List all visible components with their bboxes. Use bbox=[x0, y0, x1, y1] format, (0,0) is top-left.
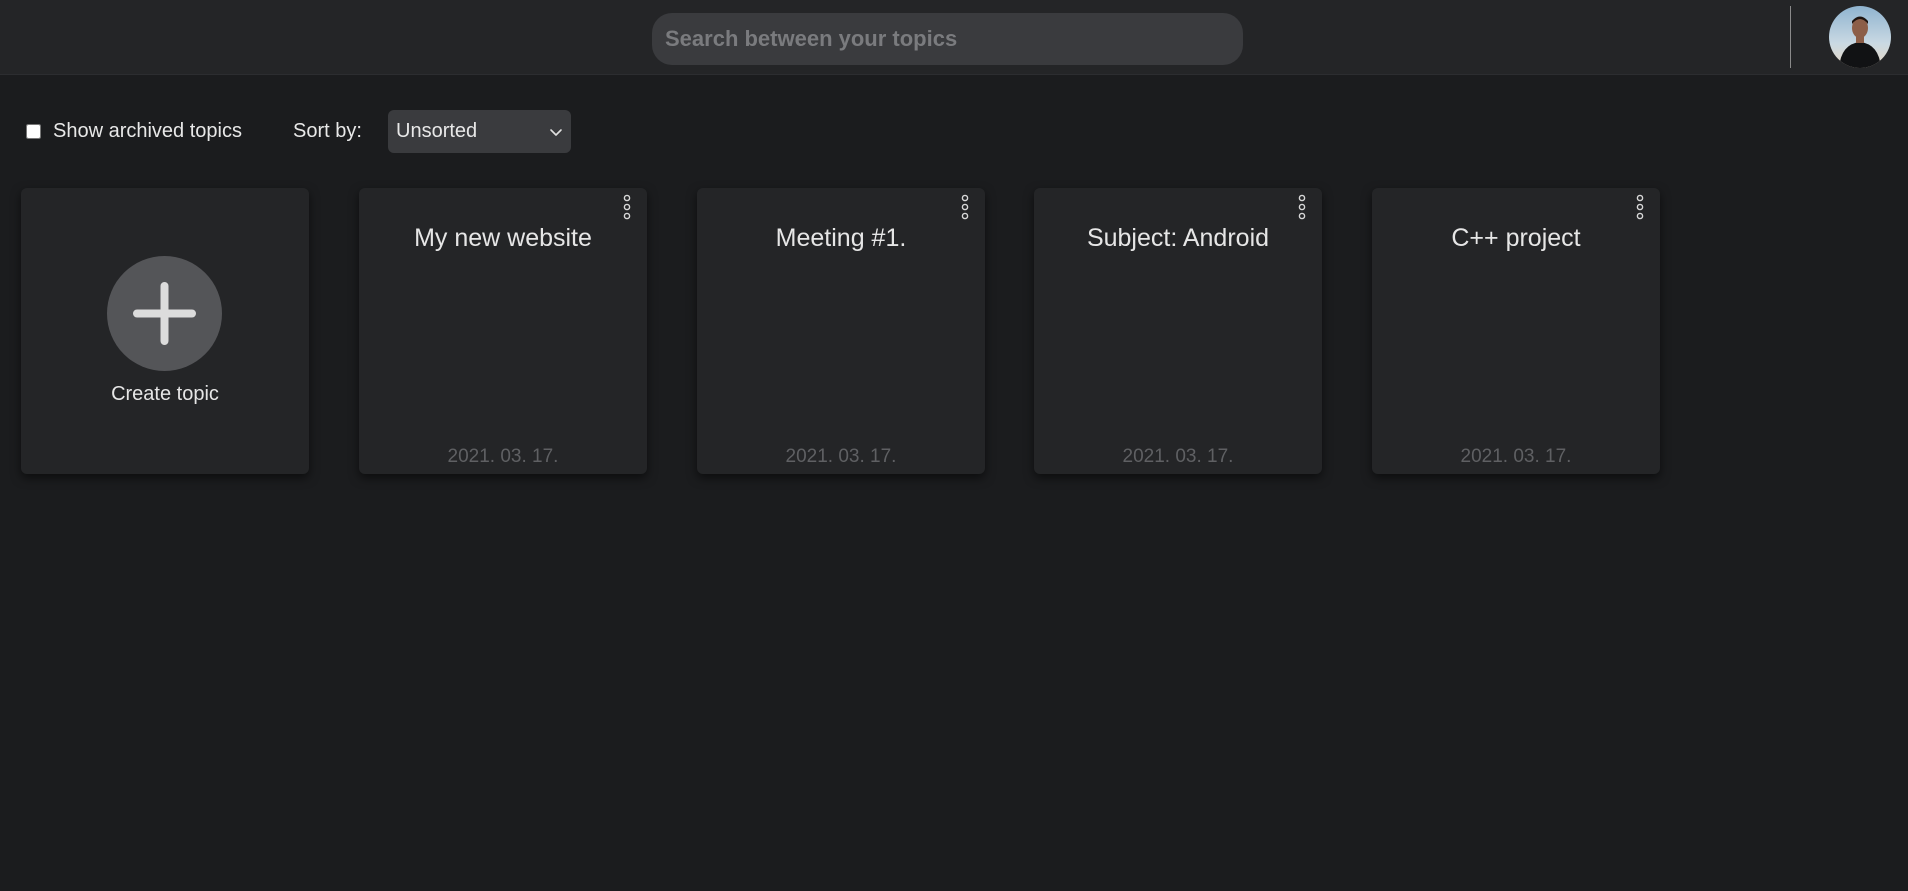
topic-card[interactable]: C++ project 2021. 03. 17. bbox=[1372, 188, 1660, 474]
show-archived-toggle[interactable]: Show archived topics bbox=[26, 120, 242, 143]
topic-date: 2021. 03. 17. bbox=[447, 446, 559, 467]
topic-date: 2021. 03. 17. bbox=[1460, 446, 1572, 467]
search-input[interactable] bbox=[652, 13, 1243, 65]
topic-title: C++ project bbox=[1451, 224, 1581, 252]
create-topic-card[interactable]: Create topic bbox=[21, 188, 309, 474]
create-topic-button[interactable] bbox=[107, 256, 222, 371]
plus-icon bbox=[133, 282, 196, 345]
topic-card[interactable]: My new website 2021. 03. 17. bbox=[359, 188, 647, 474]
topic-card[interactable]: Meeting #1. 2021. 03. 17. bbox=[697, 188, 985, 474]
sort-value: Unsorted bbox=[396, 120, 478, 142]
chevron-down-icon bbox=[550, 128, 562, 136]
sort-select[interactable]: Unsorted bbox=[388, 110, 571, 153]
more-options-icon[interactable] bbox=[1296, 193, 1308, 223]
topic-date: 2021. 03. 17. bbox=[785, 446, 897, 467]
show-archived-checkbox[interactable] bbox=[26, 124, 41, 139]
topic-title: Subject: Android bbox=[1086, 224, 1270, 252]
more-options-icon[interactable] bbox=[1634, 193, 1646, 223]
topic-card[interactable]: Subject: Android 2021. 03. 17. bbox=[1034, 188, 1322, 474]
create-topic-label: Create topic bbox=[111, 383, 219, 405]
topic-title: Meeting #1. bbox=[775, 224, 907, 252]
show-archived-label: Show archived topics bbox=[53, 120, 242, 142]
user-avatar[interactable] bbox=[1829, 6, 1891, 68]
top-bar bbox=[0, 0, 1908, 75]
avatar-icon bbox=[1829, 6, 1891, 68]
header-divider bbox=[1790, 6, 1791, 68]
sort-label: Sort by: bbox=[293, 120, 362, 142]
topic-title: My new website bbox=[414, 224, 592, 252]
topic-date: 2021. 03. 17. bbox=[1122, 446, 1234, 467]
more-options-icon[interactable] bbox=[621, 193, 633, 223]
more-options-icon[interactable] bbox=[959, 193, 971, 223]
